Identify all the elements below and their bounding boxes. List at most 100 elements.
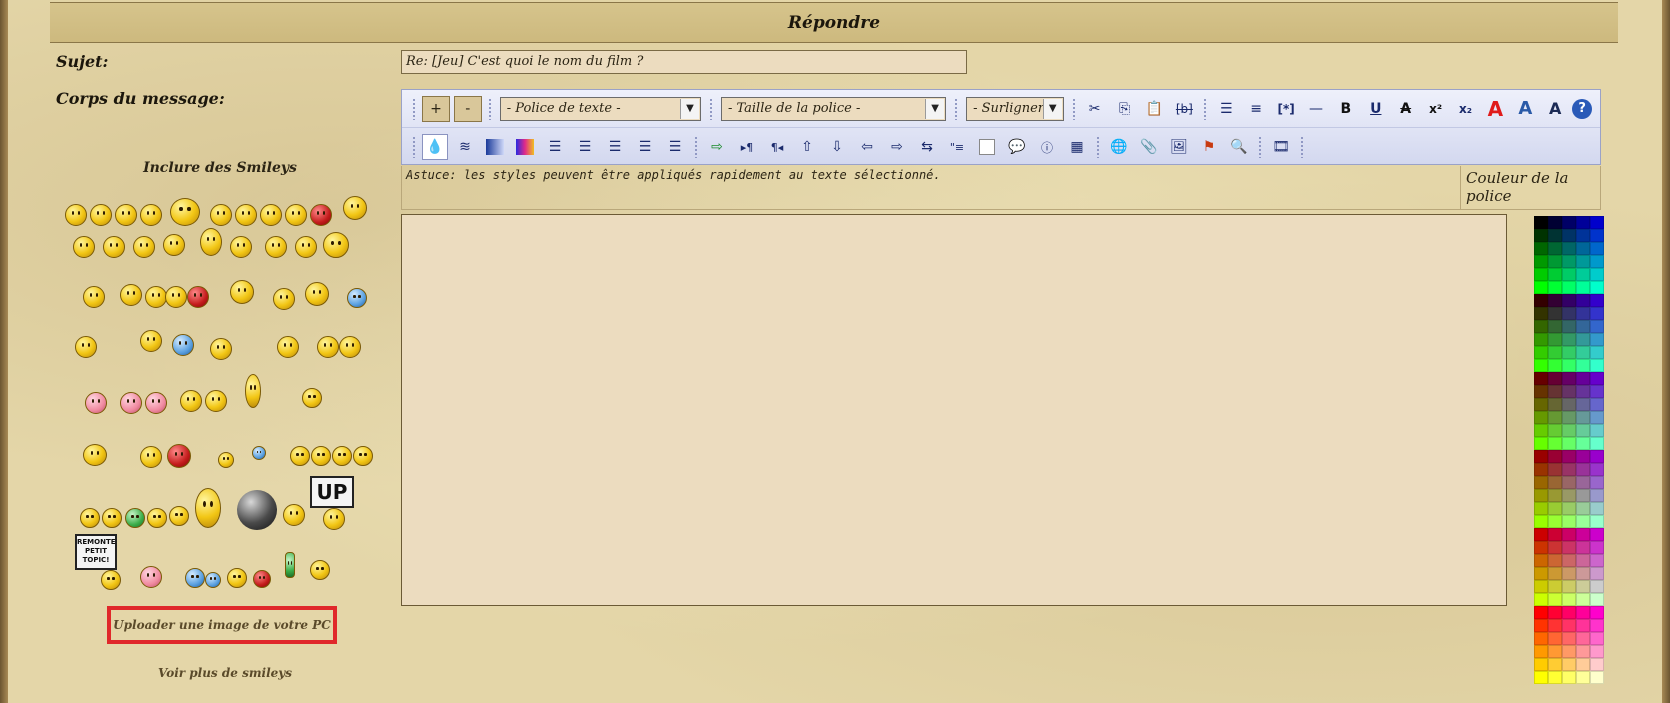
- color-swatch[interactable]: [1590, 346, 1604, 359]
- list-item-icon[interactable]: [*]: [1273, 96, 1299, 122]
- color-swatch[interactable]: [1590, 437, 1604, 450]
- color-swatch[interactable]: [1576, 398, 1590, 411]
- color-swatch[interactable]: [1590, 502, 1604, 515]
- color-swatch[interactable]: [1590, 372, 1604, 385]
- color-swatch[interactable]: [1548, 580, 1562, 593]
- smiley-icon[interactable]: [103, 236, 125, 258]
- smiley-icon[interactable]: [210, 338, 232, 360]
- color-swatch[interactable]: [1534, 320, 1548, 333]
- color-swatch[interactable]: [1576, 333, 1590, 346]
- smiley-icon[interactable]: [230, 236, 252, 258]
- color-swatch[interactable]: [1590, 359, 1604, 372]
- download-icon[interactable]: ⇩: [824, 134, 850, 160]
- color-swatch[interactable]: [1534, 385, 1548, 398]
- color-swatch[interactable]: [1576, 411, 1590, 424]
- color-swatch[interactable]: [1548, 242, 1562, 255]
- smiley-icon[interactable]: [125, 508, 145, 528]
- color-swatch[interactable]: [1548, 281, 1562, 294]
- color-swatch[interactable]: [1562, 489, 1576, 502]
- color-swatch[interactable]: [1576, 567, 1590, 580]
- smiley-icon[interactable]: [163, 234, 185, 256]
- color-swatch[interactable]: [1548, 567, 1562, 580]
- color-swatch[interactable]: [1534, 502, 1548, 515]
- smiley-icon[interactable]: [347, 288, 367, 308]
- color-swatch[interactable]: [1562, 632, 1576, 645]
- color-swatch[interactable]: [1548, 437, 1562, 450]
- smiley-icon[interactable]: [323, 232, 349, 258]
- smiley-icon[interactable]: [83, 286, 105, 308]
- color-swatch[interactable]: [1534, 619, 1548, 632]
- rtl-icon[interactable]: ¶◂: [764, 134, 790, 160]
- color-swatch[interactable]: [1562, 645, 1576, 658]
- smiley-icon[interactable]: [165, 286, 187, 308]
- color-swatch[interactable]: [1576, 229, 1590, 242]
- color-swatch[interactable]: [1576, 216, 1590, 229]
- color-swatch[interactable]: [1534, 528, 1548, 541]
- smiley-icon[interactable]: [205, 390, 227, 412]
- color-swatch[interactable]: [1534, 372, 1548, 385]
- color-swatch[interactable]: [1590, 307, 1604, 320]
- color-swatch[interactable]: [1576, 294, 1590, 307]
- decrease-font-button[interactable]: -: [453, 95, 482, 122]
- color-drop-icon[interactable]: 💧: [422, 134, 448, 160]
- color-swatch[interactable]: [1548, 593, 1562, 606]
- color-swatch[interactable]: [1548, 619, 1562, 632]
- subscript-icon[interactable]: x₂: [1453, 96, 1479, 122]
- color-swatch[interactable]: [1562, 528, 1576, 541]
- color-swatch[interactable]: [1548, 398, 1562, 411]
- color-swatch[interactable]: [1534, 307, 1548, 320]
- color-swatch[interactable]: [1534, 671, 1548, 684]
- color-swatch[interactable]: [1576, 528, 1590, 541]
- color-swatch[interactable]: [1590, 593, 1604, 606]
- smiley-icon[interactable]: [265, 236, 287, 258]
- smiley-icon[interactable]: [195, 488, 221, 528]
- color-swatch[interactable]: [1562, 515, 1576, 528]
- color-swatch[interactable]: [1562, 320, 1576, 333]
- smiley-icon[interactable]: [140, 566, 162, 588]
- color-swatch[interactable]: [1576, 307, 1590, 320]
- font-family-select[interactable]: - Police de texte - ▼: [499, 96, 701, 121]
- color-swatch[interactable]: [1548, 554, 1562, 567]
- color-swatch[interactable]: [1576, 372, 1590, 385]
- color-swatch[interactable]: [1562, 541, 1576, 554]
- smiley-icon[interactable]: [102, 508, 122, 528]
- cut-icon[interactable]: ✂: [1082, 96, 1108, 122]
- color-swatch[interactable]: [1590, 645, 1604, 658]
- smiley-icon[interactable]: [185, 568, 205, 588]
- color-swatch[interactable]: [1534, 567, 1548, 580]
- smiley-icon[interactable]: [205, 572, 221, 588]
- speech-icon[interactable]: 💬: [1004, 134, 1030, 160]
- color-swatch[interactable]: [1548, 606, 1562, 619]
- smiley-icon[interactable]: [273, 288, 295, 310]
- color-swatch[interactable]: [1534, 632, 1548, 645]
- highlight-select[interactable]: - Surligner - ▼: [966, 96, 1064, 121]
- smiley-icon[interactable]: [305, 282, 329, 306]
- smiley-icon[interactable]: [253, 570, 271, 588]
- smiley-icon[interactable]: [85, 392, 107, 414]
- scroll-icon[interactable]: ⇆: [914, 134, 940, 160]
- color-swatch[interactable]: [1590, 398, 1604, 411]
- color-swatch[interactable]: [1590, 216, 1604, 229]
- color-swatch[interactable]: [1562, 346, 1576, 359]
- color-swatch[interactable]: [1548, 359, 1562, 372]
- color-swatch[interactable]: [1562, 281, 1576, 294]
- horizontal-rule-icon[interactable]: —: [1303, 96, 1329, 122]
- color-swatch[interactable]: [1590, 476, 1604, 489]
- font-size-select[interactable]: - Taille de la police - ▼: [720, 96, 947, 121]
- color-swatch[interactable]: [1562, 294, 1576, 307]
- color-swatch[interactable]: [1590, 450, 1604, 463]
- color-swatch[interactable]: [1562, 502, 1576, 515]
- smiley-icon[interactable]: [169, 506, 189, 526]
- remonte-sign-icon[interactable]: REMONTE PETIT TOPIC!: [75, 534, 117, 570]
- color-swatch[interactable]: [1562, 476, 1576, 489]
- color-swatch[interactable]: [1576, 502, 1590, 515]
- color-swatch[interactable]: [1534, 229, 1548, 242]
- color-swatch[interactable]: [1576, 619, 1590, 632]
- color-swatch[interactable]: [1534, 541, 1548, 554]
- smiley-icon[interactable]: [140, 446, 162, 468]
- color-swatch[interactable]: [1590, 632, 1604, 645]
- rainbow-icon[interactable]: [512, 134, 538, 160]
- color-swatch[interactable]: [1590, 489, 1604, 502]
- export-icon[interactable]: ⇦: [854, 134, 880, 160]
- smiley-icon[interactable]: [65, 204, 87, 226]
